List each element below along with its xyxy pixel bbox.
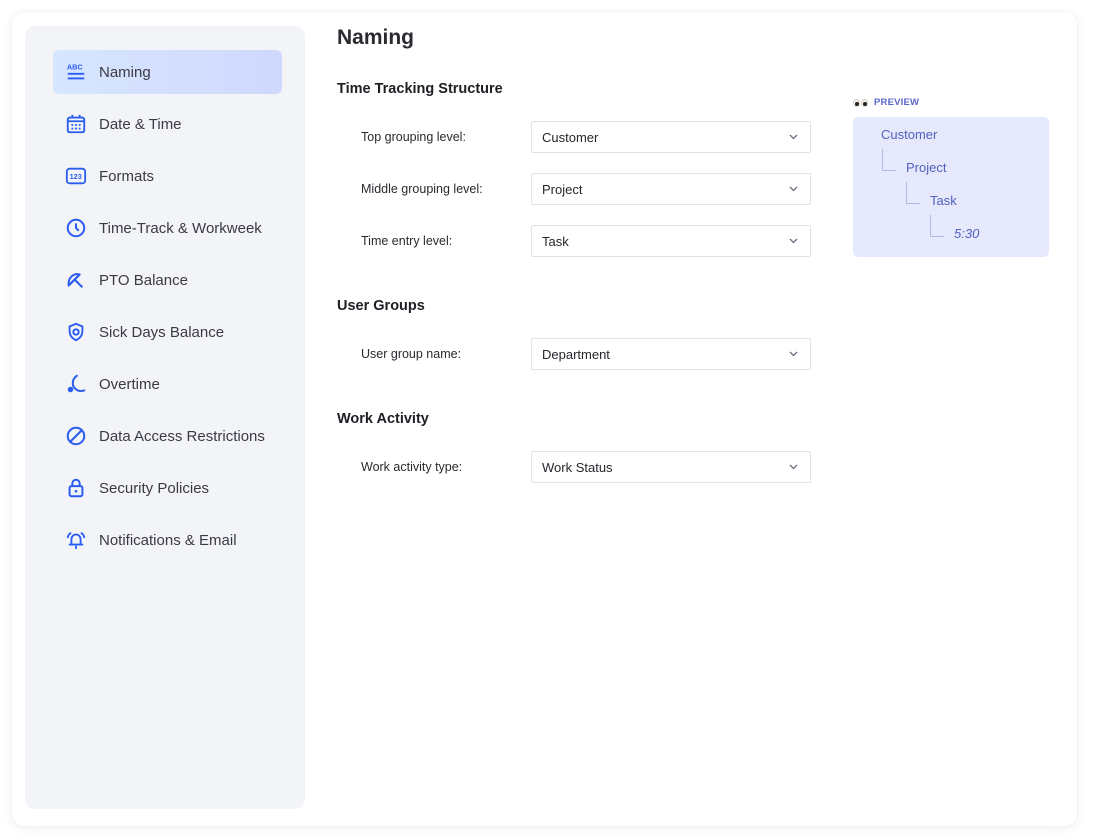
sidebar-item-overtime[interactable]: Overtime: [53, 362, 282, 406]
sidebar-item-label: Time-Track & Workweek: [99, 219, 262, 237]
eyes-icon: [853, 98, 869, 107]
sidebar-item-date-time[interactable]: Date & Time: [53, 102, 282, 146]
svg-text:ABC: ABC: [67, 62, 84, 71]
chevron-down-icon: [788, 236, 798, 246]
sidebar-item-notifications-email[interactable]: Notifications & Email: [53, 518, 282, 562]
middle-grouping-level-label: Middle grouping level:: [361, 182, 483, 196]
sidebar-item-label: Naming: [99, 63, 151, 81]
user-group-name-label: User group name:: [361, 347, 462, 361]
user-group-name-select[interactable]: Department: [531, 338, 811, 370]
sidebar-item-sick-days-balance[interactable]: Sick Days Balance: [53, 310, 282, 354]
clock-icon: [65, 217, 87, 239]
abc-list-icon: ABC: [65, 61, 87, 83]
sidebar-item-label: Data Access Restrictions: [99, 427, 265, 445]
section-title-user-groups: User Groups: [337, 298, 425, 314]
sidebar-item-pto-balance[interactable]: PTO Balance: [53, 258, 282, 302]
svg-text:123: 123: [70, 172, 82, 181]
preview-panel: Customer Project Task 5:30: [853, 117, 1049, 257]
sidebar-item-label: Formats: [99, 167, 155, 185]
calendar-icon: [65, 113, 87, 135]
tree-connector: [882, 149, 896, 171]
sidebar-item-security-policies[interactable]: Security Policies: [53, 466, 282, 510]
preview-heading: PREVIEW: [853, 97, 919, 108]
chevron-down-icon: [788, 349, 798, 359]
select-value: Department: [542, 346, 610, 362]
sidebar-item-label: PTO Balance: [99, 271, 188, 289]
sidebar-item-naming[interactable]: ABC Naming: [53, 50, 282, 94]
lock-icon: [65, 477, 87, 499]
settings-sidebar: ABC Naming Date & Time 123 Formats Time-…: [25, 26, 305, 809]
section-title-work-activity: Work Activity: [337, 411, 429, 427]
work-activity-type-select[interactable]: Work Status: [531, 451, 811, 483]
tree-connector: [930, 215, 944, 237]
sidebar-item-label: Overtime: [99, 375, 160, 393]
tree-connector: [906, 182, 920, 204]
preview-level-middle: Project: [906, 160, 947, 175]
sidebar-item-label: Security Policies: [99, 479, 210, 497]
select-value: Project: [542, 181, 583, 197]
preview-label: PREVIEW: [874, 97, 920, 108]
middle-grouping-level-select[interactable]: Project: [531, 173, 811, 205]
time-entry-level-label: Time entry level:: [361, 234, 453, 248]
shield-plus-icon: [65, 321, 87, 343]
sidebar-item-time-track-workweek[interactable]: Time-Track & Workweek: [53, 206, 282, 250]
prohibited-icon: [65, 425, 87, 447]
time-entry-level-select[interactable]: Task: [531, 225, 811, 257]
sidebar-item-label: Sick Days Balance: [99, 323, 225, 341]
work-activity-type-label: Work activity type:: [361, 460, 463, 474]
select-value: Task: [542, 233, 569, 249]
select-value: Customer: [542, 129, 599, 145]
chevron-down-icon: [788, 184, 798, 194]
sidebar-item-label: Date & Time: [99, 115, 182, 133]
sidebar-item-data-access-restrictions[interactable]: Data Access Restrictions: [53, 414, 282, 458]
top-grouping-level-label: Top grouping level:: [361, 130, 466, 144]
preview-level-entry: Task: [930, 193, 957, 208]
preview-time-value: 5:30: [954, 226, 980, 241]
page-title: Naming: [337, 26, 415, 49]
beach-umbrella-icon: [65, 269, 87, 291]
sidebar-item-formats[interactable]: 123 Formats: [53, 154, 282, 198]
preview-level-top: Customer: [881, 127, 938, 142]
select-value: Work Status: [542, 459, 613, 475]
numbers-123-icon: 123: [65, 165, 87, 187]
chevron-down-icon: [788, 462, 798, 472]
chevron-down-icon: [788, 132, 798, 142]
bell-ringing-icon: [65, 529, 87, 551]
section-title-time-tracking-structure: Time Tracking Structure: [337, 81, 503, 97]
top-grouping-level-select[interactable]: Customer: [531, 121, 811, 153]
moon-icon: [65, 373, 87, 395]
sidebar-item-label: Notifications & Email: [99, 531, 237, 549]
